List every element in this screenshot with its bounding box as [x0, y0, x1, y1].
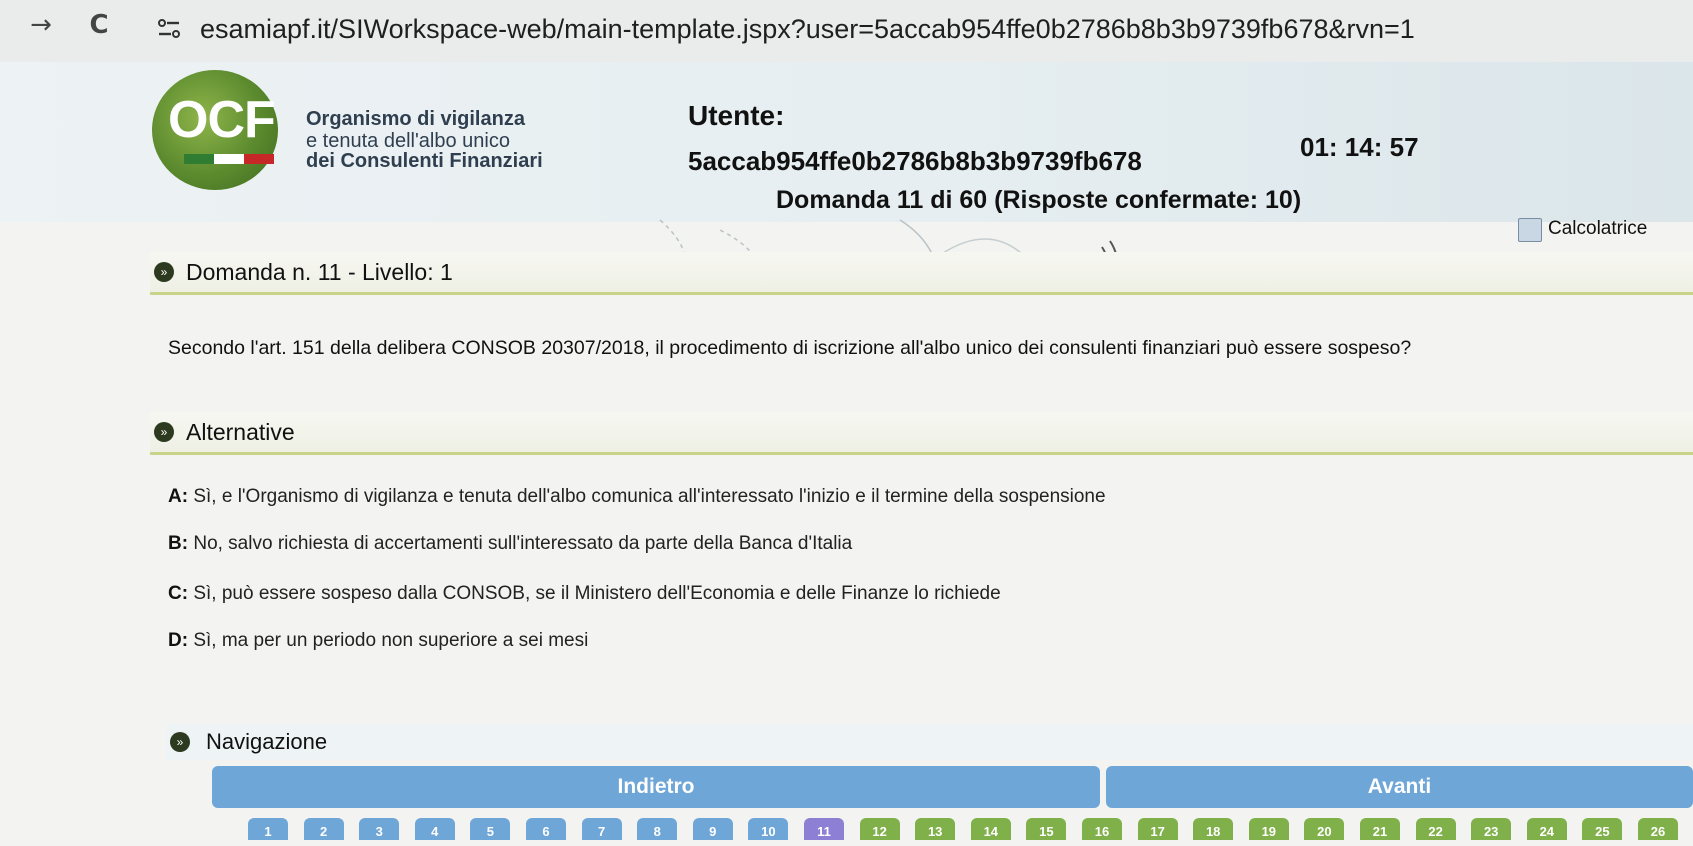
question-number-26[interactable]: 26 — [1638, 818, 1678, 840]
alternative-d[interactable]: D: Sì, ma per un periodo non superiore a… — [168, 630, 588, 652]
site-settings-icon[interactable] — [156, 16, 182, 42]
alt-letter: C: — [168, 583, 189, 604]
question-number-14[interactable]: 14 — [970, 818, 1011, 840]
user-label: Utente: — [688, 100, 785, 131]
question-number-20[interactable]: 20 — [1304, 818, 1345, 840]
question-number-row: 1 2 3 4 5 6 7 8 9 10 11 12 13 14 15 16 17 18 19 20 21 22 23 24 2… — [248, 818, 1693, 840]
alternatives-heading: Alternative — [186, 419, 295, 445]
question-number-21[interactable]: 21 — [1360, 818, 1400, 840]
question-number-4[interactable]: 4 — [414, 818, 455, 840]
section-bullet-icon: » — [170, 732, 190, 752]
org-name-line-1: Organismo di vigilanza — [306, 108, 525, 130]
reload-icon[interactable]: C — [84, 10, 114, 40]
question-number-11[interactable]: 11 — [804, 818, 844, 840]
back-button[interactable]: Indietro — [212, 766, 1100, 808]
question-number-2[interactable]: 2 — [303, 818, 344, 840]
alternative-c[interactable]: C: Sì, può essere sospeso dalla CONSOB, … — [168, 583, 1001, 605]
next-button[interactable]: Avanti — [1106, 766, 1693, 808]
question-number-16[interactable]: 16 — [1082, 818, 1122, 840]
question-number-17[interactable]: 17 — [1137, 818, 1178, 840]
alt-letter: B: — [168, 533, 189, 554]
alternative-a[interactable]: A: Sì, e l'Organismo di vigilanza e tenu… — [168, 486, 1106, 508]
question-heading: Domanda n. 11 - Livello: 1 — [186, 259, 453, 285]
alt-letter: D: — [168, 630, 189, 651]
question-number-6[interactable]: 6 — [526, 818, 566, 840]
logo-text: OCF — [168, 91, 276, 149]
address-bar[interactable]: esamiapf.it/SIWorkspace-web/main-templat… — [200, 14, 1415, 45]
question-number-13[interactable]: 13 — [915, 818, 956, 840]
forward-arrow-icon[interactable]: → — [26, 10, 56, 40]
question-number-18[interactable]: 18 — [1193, 818, 1234, 840]
org-name-line-3: dei Consulenti Finanziari — [306, 150, 543, 172]
question-number-19[interactable]: 19 — [1248, 818, 1289, 840]
alt-text: Sì, e l'Organismo di vigilanza e tenuta … — [188, 486, 1106, 507]
question-number-22[interactable]: 22 — [1415, 818, 1456, 840]
question-text: Secondo l'art. 151 della delibera CONSOB… — [168, 337, 1412, 359]
alt-text: Sì, può essere sospeso dalla CONSOB, se … — [188, 583, 1001, 604]
user-id: 5accab954ffe0b2786b8b3b9739fb678 — [688, 146, 1142, 176]
question-number-15[interactable]: 15 — [1026, 818, 1067, 840]
navigation-section-header: » Navigazione — [166, 724, 1693, 760]
question-number-9[interactable]: 9 — [692, 818, 733, 840]
question-number-3[interactable]: 3 — [359, 818, 400, 840]
question-number-23[interactable]: 23 — [1471, 818, 1512, 840]
question-number-8[interactable]: 8 — [637, 818, 678, 840]
navigation-heading: Navigazione — [206, 729, 328, 754]
alternative-b[interactable]: B: No, salvo richiesta di accertamenti s… — [168, 533, 852, 555]
question-section-header: » Domanda n. 11 - Livello: 1 — [150, 252, 1693, 295]
section-bullet-icon: » — [154, 262, 174, 282]
question-number-24[interactable]: 24 — [1526, 818, 1567, 840]
alt-letter: A: — [168, 486, 189, 507]
exam-header: OCF Organismo di vigilanza e tenuta dell… — [0, 62, 1693, 242]
exam-timer: 01: 14: 57 — [1300, 132, 1419, 162]
question-number-1[interactable]: 1 — [248, 818, 288, 840]
alternatives-section-header: » Alternative — [150, 412, 1693, 455]
alt-text: No, salvo richiesta di accertamenti sull… — [188, 533, 853, 554]
alt-text: Sì, ma per un periodo non superiore a se… — [188, 630, 589, 651]
question-number-7[interactable]: 7 — [581, 818, 622, 840]
question-number-5[interactable]: 5 — [470, 818, 511, 840]
section-bullet-icon: » — [154, 422, 174, 442]
browser-toolbar: → C esamiapf.it/SIWorkspace-web/main-tem… — [0, 0, 1693, 63]
question-number-12[interactable]: 12 — [859, 818, 900, 840]
question-number-10[interactable]: 10 — [748, 818, 789, 840]
question-number-25[interactable]: 25 — [1582, 818, 1623, 840]
question-counter: Domanda 11 di 60 (Risposte confermate: 1… — [776, 186, 1302, 214]
italian-flag-icon — [184, 154, 274, 164]
